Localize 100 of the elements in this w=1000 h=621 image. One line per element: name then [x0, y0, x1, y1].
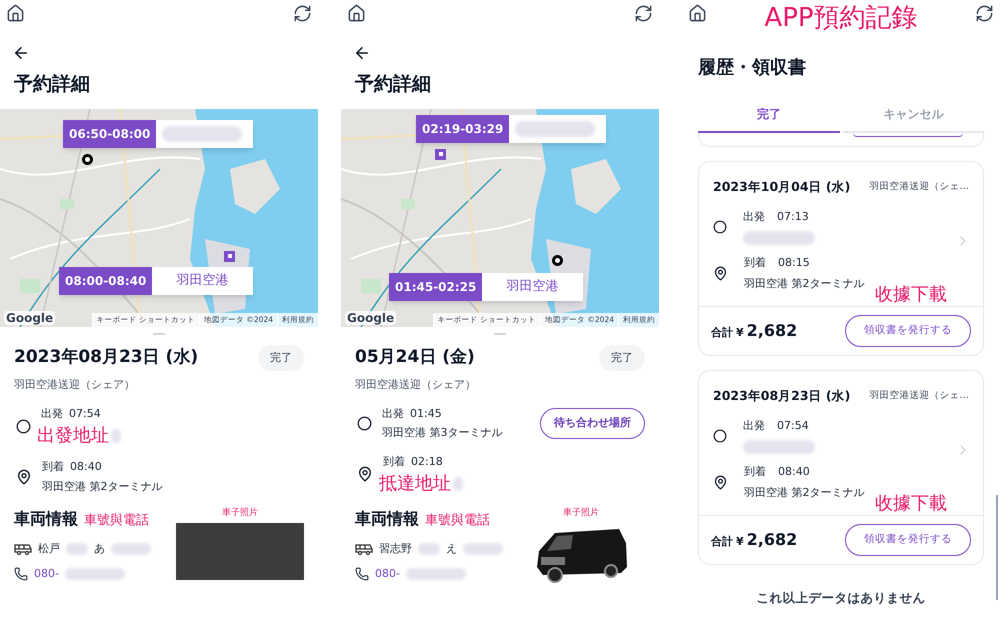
redacted-blur — [406, 568, 466, 580]
annotation-text: 收據下載 — [875, 492, 947, 516]
section-heading: 車両情報 — [14, 508, 78, 530]
service-name: 羽田空港送迎（シェ… — [870, 180, 969, 194]
stop-time: 08:40 — [70, 459, 102, 475]
van-icon — [355, 543, 373, 556]
stop-time: 08:15 — [778, 255, 810, 272]
refresh-button[interactable] — [974, 3, 995, 24]
location-pin-icon — [713, 475, 728, 490]
receipt-button[interactable]: 領収書を発行する — [845, 315, 971, 347]
back-button[interactable] — [12, 44, 30, 62]
meeting-place-button[interactable]: 待ち合わせ場所 — [540, 408, 645, 439]
total-amount: 2,682 — [746, 529, 798, 552]
plate-text: 習志野 — [379, 541, 412, 557]
phone-link[interactable]: 080- — [34, 566, 59, 582]
ride-date: 2023年08月23日 (水) — [713, 387, 850, 405]
section-heading: 車両情報 — [355, 508, 419, 530]
status-badge: 完了 — [258, 344, 304, 371]
phone-link[interactable]: 080- — [375, 566, 400, 582]
currency-symbol: ¥ — [736, 325, 744, 342]
redacted-blur — [463, 543, 503, 556]
redacted-blur — [66, 543, 88, 556]
home-button[interactable] — [346, 3, 367, 24]
phone-icon — [14, 566, 28, 581]
annotation-text: 車號與電話 — [84, 512, 149, 530]
ride-date: 2023年10月04日 (水) — [713, 178, 850, 196]
origin-icon — [713, 429, 727, 443]
stop-time: 02:18 — [411, 454, 443, 470]
annotation-text: 車子照片 — [222, 507, 258, 520]
currency-symbol: ¥ — [736, 534, 744, 550]
origin-icon — [16, 418, 31, 434]
plate-text: え — [446, 541, 457, 557]
home-button[interactable] — [5, 3, 26, 24]
annotation-text: 收據下載 — [875, 283, 947, 308]
refresh-button[interactable] — [292, 3, 313, 24]
annotation-text: 抵達地址 — [379, 473, 451, 495]
stop-time: 08:40 — [778, 464, 810, 480]
stop-time: 07:13 — [777, 208, 809, 225]
van-icon — [14, 543, 32, 556]
origin-icon — [357, 416, 372, 431]
scrollbar[interactable] — [996, 495, 998, 600]
dropoff-time-label: 01:45-02:25 — [389, 272, 482, 300]
ride-date: 2023年08月23日 (水) — [14, 346, 198, 369]
total-label: 合計 — [711, 534, 733, 550]
tab[interactable]: 完了 — [698, 97, 840, 133]
stop-address: 羽田空港 第2ターミナル — [42, 478, 164, 494]
ride-date: 05月24日 (金) — [355, 346, 475, 369]
annotation-text: 車號與電話 — [425, 512, 490, 530]
destination-marker-icon — [435, 148, 446, 160]
redacted-blur — [111, 429, 121, 443]
page-title: 予約詳細 — [14, 72, 91, 97]
stop-label: 到着 — [383, 454, 405, 470]
stop-address: 羽田空港 第3ターミナル — [382, 425, 504, 441]
plate-text: あ — [94, 541, 105, 557]
service-name: 羽田空港送迎（シェ… — [870, 389, 969, 404]
redacted-blur — [743, 231, 815, 246]
stop-label: 到着 — [744, 255, 766, 272]
annotation-text: 車子照片 — [563, 507, 599, 520]
dropoff-time-label: 08:00-08:40 — [59, 266, 152, 294]
page-title: 予約詳細 — [355, 72, 432, 97]
stop-label: 出発 — [41, 406, 63, 422]
pickup-time-label: 02:19-03:29 — [416, 114, 510, 142]
redacted-blur — [453, 477, 463, 491]
plate-text: 松戸 — [38, 541, 60, 557]
redacted-blur — [64, 568, 125, 580]
stop-label: 出発 — [743, 418, 765, 434]
receipt-button[interactable]: 領収書を発行する — [845, 524, 971, 556]
back-button[interactable] — [353, 44, 371, 62]
stop-address: 羽田空港 第2ターミナル — [744, 276, 864, 292]
booking-card[interactable]: 2023年10月04日 (水) 羽田空港送迎（シェ… 出発 07:13 到着 08:15 羽田空港 第2ターミナル 收據下載 合計 ¥ 2,682 領収書を発行する — [698, 161, 984, 356]
drag-handle[interactable] — [494, 332, 506, 334]
home-button[interactable] — [687, 3, 708, 24]
phone-icon — [355, 566, 369, 581]
stop-label: 到着 — [744, 464, 766, 480]
stop-time: 01:45 — [410, 406, 442, 422]
stop-label: 到着 — [42, 459, 64, 475]
location-pin-icon — [16, 469, 32, 485]
drag-handle[interactable] — [153, 332, 165, 334]
annotation-text: 出發地址 — [37, 425, 109, 447]
stop-address: 羽田空港 第2ターミナル — [744, 484, 864, 501]
service-name: 羽田空港送迎（シェア） — [355, 377, 477, 393]
location-pin-icon — [713, 266, 728, 282]
stop-time: 07:54 — [777, 418, 809, 434]
redacted-blur — [111, 543, 151, 556]
google-logo: Google — [345, 310, 396, 324]
end-of-list-text: これ以上データはありません — [756, 589, 926, 607]
dropoff-place-label: 羽田空港 — [176, 272, 230, 290]
stop-label: 出発 — [382, 406, 404, 422]
origin-icon — [713, 220, 727, 234]
status-badge: 完了 — [599, 344, 645, 371]
stop-time: 07:54 — [69, 406, 101, 422]
total-label: 合計 — [711, 325, 733, 342]
refresh-button[interactable] — [633, 3, 654, 24]
pickup-time-label: 06:50-08:00 — [63, 120, 156, 148]
google-logo: Google — [4, 310, 56, 324]
dropoff-place-label: 羽田空港 — [506, 278, 560, 296]
stop-label: 出発 — [743, 208, 765, 225]
service-name: 羽田空港送迎（シェア） — [14, 377, 136, 393]
destination-marker-icon — [224, 250, 235, 262]
booking-card[interactable]: 2023年08月23日 (水) 羽田空港送迎（シェ… 出発 07:54 到着 08:40 羽田空港 第2ターミナル 收據下載 合計 ¥ 2,682 領収書を発行する — [698, 370, 984, 565]
